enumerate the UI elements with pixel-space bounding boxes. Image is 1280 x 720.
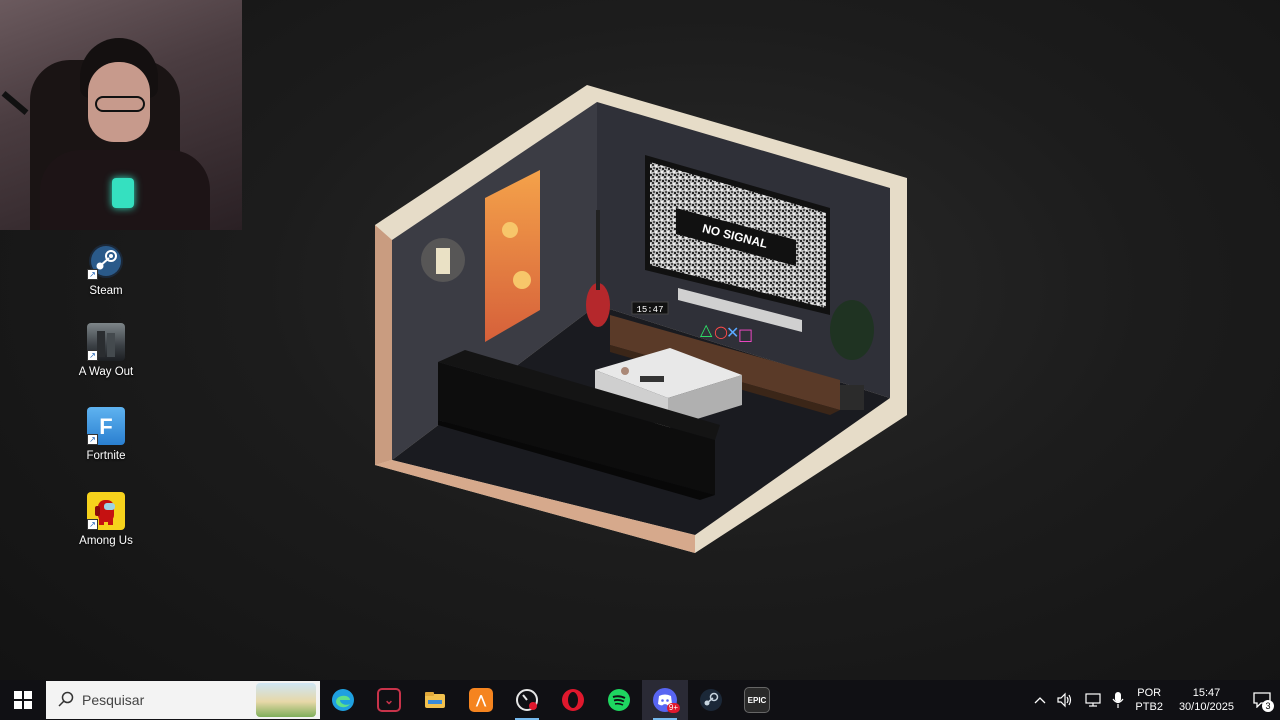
wallpaper-isometric-room: NO SIGNAL 15:47 △ ○ ✕ □: [370, 80, 915, 560]
search-icon: [58, 691, 74, 710]
clock-time: 15:47: [1192, 687, 1221, 699]
taskbar-app-discord[interactable]: 9+: [642, 680, 688, 720]
screen-recorder-icon: [515, 688, 539, 712]
system-tray: POR PTB2 15:47 30/10/2025 3: [1029, 680, 1280, 720]
shortcut-arrow-icon: ↗: [87, 434, 98, 445]
taskbar: Pesquisar ⌄ ⋀ 9+ EPIC POR PTB2 15:47 30/…: [0, 680, 1280, 720]
media-app-icon: ⌄: [377, 688, 401, 712]
glasses: [95, 96, 145, 112]
taskbar-app-steam[interactable]: [688, 680, 734, 720]
fortnite-icon: F ↗: [87, 407, 125, 445]
steam-icon: ↗: [87, 242, 125, 280]
taskbar-app-file-explorer[interactable]: [412, 680, 458, 720]
taskbar-app-media[interactable]: ⌄: [366, 680, 412, 720]
taskbar-app-screen-recorder[interactable]: [504, 680, 550, 720]
discord-notification-badge: 9+: [666, 703, 680, 713]
wallpaper-clock-text: 15:47: [636, 305, 663, 315]
desktop-icon-label: Among Us: [79, 535, 133, 547]
svg-text:□: □: [738, 325, 753, 344]
taskbar-app-opera[interactable]: [550, 680, 596, 720]
taskbar-app-epic-games[interactable]: EPIC: [734, 680, 780, 720]
search-highlight-illustration: [256, 683, 316, 717]
microphone: [112, 178, 134, 208]
epic-games-icon: EPIC: [744, 687, 770, 713]
search-placeholder: Pesquisar: [82, 692, 145, 708]
notification-count-badge: 3: [1262, 700, 1274, 712]
shortcut-arrow-icon: ↗: [87, 519, 98, 530]
svg-text:F: F: [99, 414, 112, 439]
shortcut-arrow-icon: ↗: [87, 269, 98, 280]
mic-arm: [1, 91, 29, 115]
windows-logo-icon: [14, 691, 32, 709]
among-us-icon: ↗: [87, 492, 125, 530]
taskbar-clock[interactable]: 15:47 30/10/2025: [1169, 686, 1244, 714]
language-code: POR: [1137, 687, 1162, 699]
volume-icon[interactable]: [1051, 680, 1079, 720]
shortcut-arrow-icon: ↗: [87, 350, 98, 361]
notification-center-button[interactable]: 3: [1244, 680, 1280, 720]
show-hidden-icons-chevron-icon[interactable]: [1029, 680, 1051, 720]
taskbar-app-fl-studio[interactable]: ⋀: [458, 680, 504, 720]
edge-icon: [331, 688, 355, 712]
steam-icon: [699, 688, 723, 712]
start-button[interactable]: [0, 680, 46, 720]
opera-icon: [561, 688, 585, 712]
svg-text:△: △: [700, 320, 713, 339]
clock-date: 30/10/2025: [1178, 701, 1234, 713]
desktop-icon-label: Steam: [89, 285, 123, 297]
webcam-overlay: [0, 0, 242, 230]
desktop-icon-a-way-out[interactable]: ↗ A Way Out: [68, 323, 144, 379]
desktop-icon-fortnite[interactable]: F ↗ Fortnite: [68, 407, 144, 463]
spotify-icon: [607, 688, 631, 712]
taskbar-search-box[interactable]: Pesquisar: [46, 681, 320, 719]
desktop-icon-steam[interactable]: ↗ Steam: [68, 242, 144, 298]
input-language-indicator[interactable]: POR PTB2: [1129, 686, 1169, 714]
a-way-out-icon: ↗: [87, 323, 125, 361]
taskbar-app-edge[interactable]: [320, 680, 366, 720]
network-icon[interactable]: [1079, 680, 1107, 720]
fl-studio-icon: ⋀: [469, 688, 493, 712]
taskbar-app-spotify[interactable]: [596, 680, 642, 720]
keyboard-layout: PTB2: [1135, 701, 1163, 713]
desktop-icon-label: A Way Out: [78, 366, 134, 378]
microphone-icon[interactable]: [1107, 680, 1129, 720]
desktop-icon-label: Fortnite: [86, 450, 126, 462]
file-explorer-icon: [423, 688, 447, 712]
desktop-icon-among-us[interactable]: ↗ Among Us: [68, 492, 144, 548]
